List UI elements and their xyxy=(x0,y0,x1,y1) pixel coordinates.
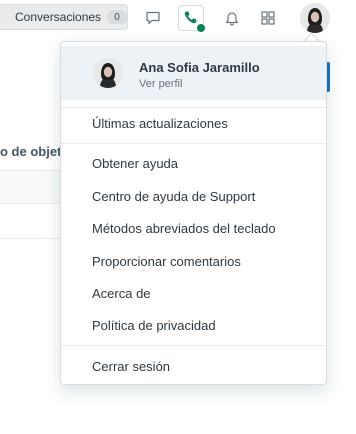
menu-item-sign-out[interactable]: Cerrar sesión xyxy=(92,359,170,375)
menu-item-updates[interactable]: Últimas actualizaciones xyxy=(92,116,228,132)
background-accent-edge xyxy=(327,62,330,92)
avatar xyxy=(300,3,330,33)
menu-item-help-center[interactable]: Centro de ayuda de Support xyxy=(92,189,255,205)
menu-item-privacy-policy[interactable]: Política de privacidad xyxy=(92,318,216,334)
chat-icon xyxy=(146,11,160,25)
menu-divider xyxy=(61,143,326,144)
chat-button[interactable] xyxy=(140,5,166,31)
conversations-button[interactable]: Conversaciones 0 xyxy=(0,4,128,30)
profile-avatar xyxy=(93,58,123,88)
menu-item-keyboard-shortcuts[interactable]: Métodos abreviados del teclado xyxy=(92,221,276,237)
product-tray-button[interactable] xyxy=(255,5,281,31)
menu-divider xyxy=(61,345,326,346)
conversations-label: Conversaciones xyxy=(15,10,102,24)
talk-phone-button[interactable] xyxy=(178,5,206,33)
apps-grid-icon xyxy=(261,11,275,25)
menu-item-feedback[interactable]: Proporcionar comentarios xyxy=(92,254,241,270)
notifications-button[interactable] xyxy=(219,5,245,31)
user-avatar-button[interactable] xyxy=(300,3,330,33)
menu-item-get-help[interactable]: Obtener ayuda xyxy=(92,156,178,172)
profile-name: Ana Sofia Jaramillo xyxy=(139,60,260,75)
bell-icon xyxy=(225,12,239,26)
conversations-count-badge: 0 xyxy=(107,10,128,24)
user-menu-dropdown: Ana Sofia Jaramillo Ver perfil Últimas a… xyxy=(60,41,327,385)
view-profile-link: Ver perfil xyxy=(139,78,183,90)
background-table-header xyxy=(0,170,66,204)
background-divider xyxy=(0,238,66,239)
profile-menu-item[interactable]: Ana Sofia Jaramillo Ver perfil xyxy=(61,46,326,100)
top-bar: Conversaciones 0 xyxy=(0,0,356,38)
menu-item-about[interactable]: Acerca de xyxy=(92,286,151,302)
avatar xyxy=(93,58,123,88)
online-status-dot xyxy=(196,23,206,33)
menu-divider xyxy=(61,107,326,108)
